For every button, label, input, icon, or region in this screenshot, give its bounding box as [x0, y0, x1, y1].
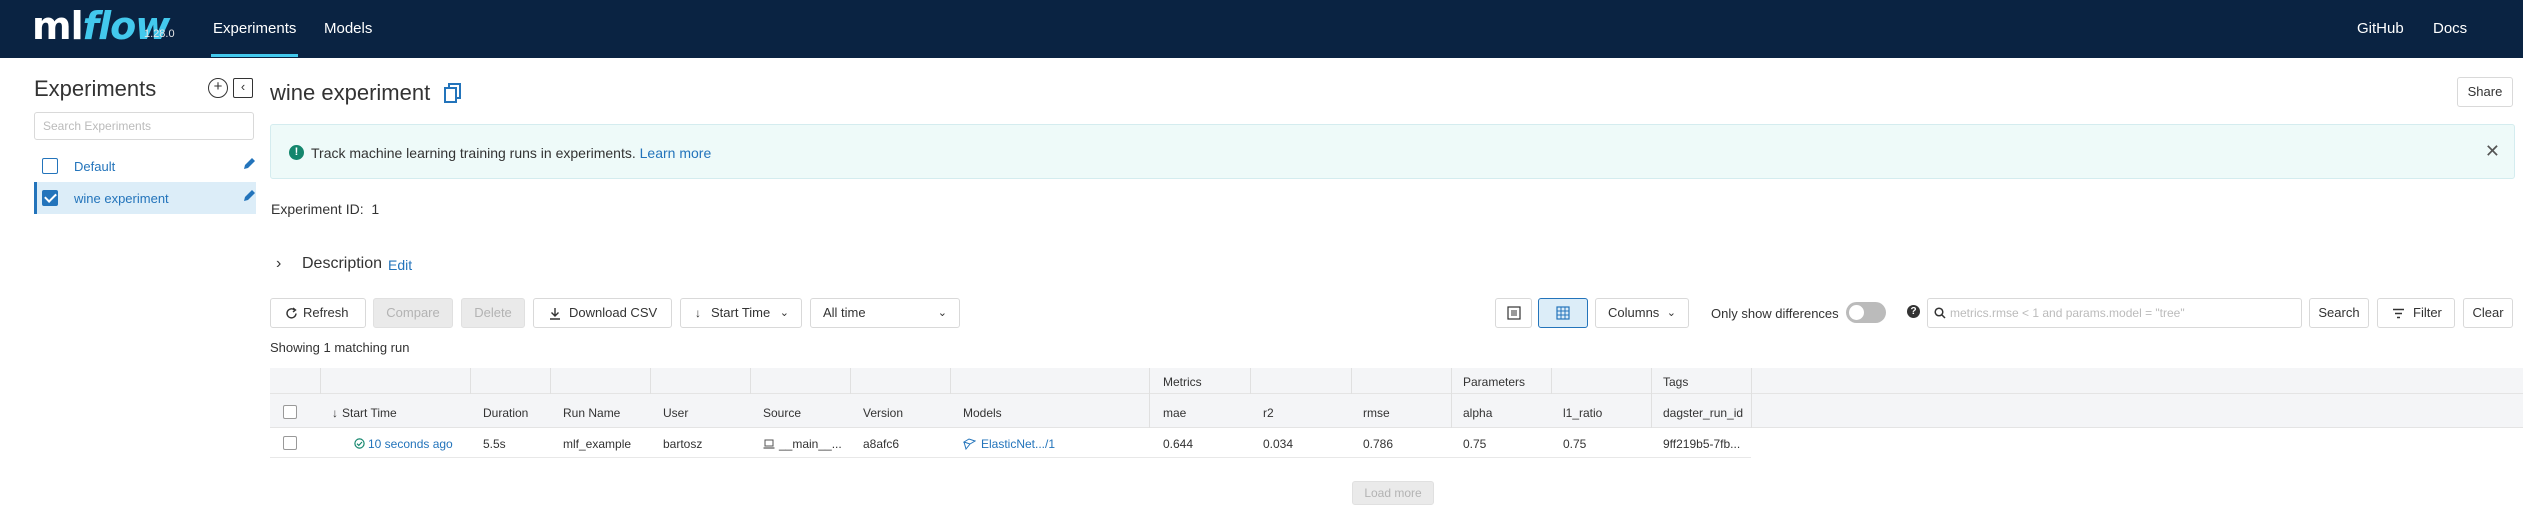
cell-version: a8afc6 [863, 437, 900, 451]
delete-button[interactable]: Delete [461, 298, 525, 328]
select-all-checkbox[interactable] [283, 405, 297, 419]
download-csv-button[interactable]: Download CSV [533, 298, 672, 328]
metrics-group-header: Metrics [1163, 375, 1202, 389]
sidebar-item-wine-experiment[interactable]: wine experiment [34, 182, 256, 214]
search-button[interactable]: Search [2309, 298, 2369, 328]
experiment-search-input[interactable] [34, 112, 254, 140]
run-search-input[interactable] [1927, 298, 2302, 328]
chevron-down-icon: ⌄ [1666, 307, 1676, 319]
laptop-icon [763, 439, 775, 449]
col-version[interactable]: Version [863, 406, 903, 420]
cell-rmse: 0.786 [1363, 437, 1394, 451]
nav-models[interactable]: Models [324, 20, 372, 37]
col-dagster-run-id[interactable]: dagster_run_id [1663, 406, 1743, 420]
cell-start-time[interactable]: 10 seconds ago [368, 437, 453, 451]
sort-select[interactable]: ↓ Start Time ⌄ [680, 298, 802, 328]
compare-button[interactable]: Compare [373, 298, 453, 328]
sort-arrow-icon: ↓ [332, 406, 338, 420]
experiment-checkbox[interactable] [42, 190, 58, 206]
help-icon[interactable]: ? [1907, 305, 1920, 318]
table-view-button[interactable] [1538, 298, 1588, 328]
chevron-down-icon: ⌄ [779, 307, 789, 319]
sort-desc-icon: ↓ [695, 306, 701, 320]
cell-alpha: 0.75 [1463, 437, 1487, 451]
list-view-icon [1507, 306, 1521, 320]
col-run-name[interactable]: Run Name [563, 406, 620, 420]
load-more-button[interactable]: Load more [1352, 481, 1434, 505]
download-icon [550, 308, 560, 320]
filter-button[interactable]: Filter [2377, 298, 2455, 328]
refresh-icon [286, 307, 297, 319]
mlflow-logo[interactable]: mlflow [32, 4, 170, 48]
version-label: 1.28.0 [144, 28, 175, 40]
col-duration[interactable]: Duration [483, 406, 528, 420]
description-edit-link[interactable]: Edit [388, 257, 412, 273]
copy-icon[interactable] [443, 82, 463, 104]
col-alpha[interactable]: alpha [1463, 406, 1492, 420]
cell-duration: 5.5s [483, 437, 506, 451]
experiment-label: wine experiment [74, 191, 169, 206]
experiment-label: Default [74, 159, 116, 174]
parameters-group-header: Parameters [1463, 375, 1526, 389]
matching-runs-count: Showing 1 matching run [270, 340, 410, 355]
refresh-button[interactable]: Refresh [270, 298, 366, 328]
collapse-sidebar-icon[interactable]: ‹ [233, 78, 253, 98]
only-differences-label: Only show differences [1711, 306, 1839, 321]
grid-view-icon [1556, 306, 1570, 320]
cell-r2: 0.034 [1263, 437, 1294, 451]
page-title: wine experiment [270, 80, 431, 105]
success-check-icon [354, 438, 365, 449]
learn-more-link[interactable]: Learn more [640, 145, 712, 161]
col-rmse[interactable]: rmse [1363, 406, 1390, 420]
cell-l1-ratio: 0.75 [1563, 437, 1587, 451]
model-icon [963, 438, 976, 450]
close-icon[interactable]: ✕ [2485, 141, 2500, 162]
search-icon [1934, 307, 1946, 319]
cell-mae: 0.644 [1163, 437, 1194, 451]
share-button[interactable]: Share [2457, 77, 2513, 107]
col-mae[interactable]: mae [1163, 406, 1186, 420]
col-l1-ratio[interactable]: l1_ratio [1563, 406, 1602, 420]
col-r2[interactable]: r2 [1263, 406, 1274, 420]
cell-run-name: mlf_example [563, 437, 632, 451]
cell-models[interactable]: ElasticNet.../1 [981, 437, 1055, 451]
only-differences-toggle[interactable] [1846, 302, 1886, 323]
list-view-button[interactable] [1495, 298, 1532, 328]
col-source[interactable]: Source [763, 406, 801, 420]
banner-text: Track machine learning training runs in … [311, 145, 636, 161]
cell-user: bartosz [663, 437, 703, 451]
clear-button[interactable]: Clear [2463, 298, 2513, 328]
grid-group-header [270, 368, 2523, 394]
col-start-time[interactable]: Start Time [342, 406, 397, 420]
time-range-select[interactable]: All time ⌄ [810, 298, 960, 328]
experiment-checkbox[interactable] [42, 158, 58, 174]
sidebar-title: Experiments [34, 76, 157, 101]
tags-group-header: Tags [1663, 375, 1689, 389]
description-toggle[interactable]: Description [302, 255, 382, 273]
cell-dagster-run-id: 9ff219b5-7fb... [1663, 437, 1741, 451]
info-banner: ! Track machine learning training runs i… [270, 124, 2515, 179]
edit-pencil-icon[interactable] [242, 157, 256, 171]
edit-pencil-icon[interactable] [242, 189, 256, 203]
row-checkbox[interactable] [283, 436, 297, 450]
sidebar-item-default[interactable]: Default [34, 150, 256, 182]
experiment-id: Experiment ID: 1 [271, 201, 380, 217]
columns-select[interactable]: Columns ⌄ [1595, 298, 1689, 328]
filter-icon [2393, 308, 2404, 319]
nav-experiments[interactable]: Experiments [210, 20, 299, 57]
add-experiment-icon[interactable]: + [208, 78, 228, 98]
col-user[interactable]: User [663, 406, 688, 420]
col-models[interactable]: Models [963, 406, 1002, 420]
info-icon: ! [289, 145, 304, 160]
chevron-down-icon: ⌄ [937, 307, 947, 319]
nav-docs[interactable]: Docs [2433, 20, 2467, 37]
nav-github[interactable]: GitHub [2357, 20, 2404, 37]
top-navbar: mlflow 1.28.0 Experiments Models GitHub … [0, 0, 2523, 58]
chevron-right-icon[interactable]: › [276, 255, 281, 273]
cell-source: __main__... [779, 437, 842, 451]
